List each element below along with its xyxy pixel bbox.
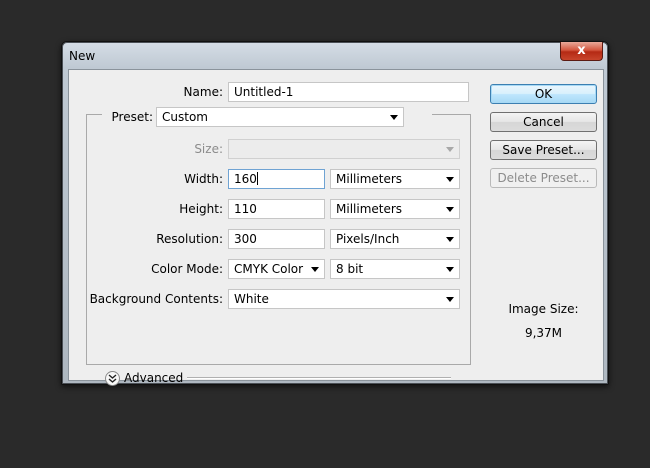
preset-select-value: Custom [162,110,208,124]
advanced-toggle-icon[interactable] [105,371,120,386]
resolution-input-value: 300 [234,232,257,246]
close-button[interactable]: x [560,42,603,61]
resolution-input[interactable]: 300 [228,229,325,249]
height-unit-value: Millimeters [336,202,403,216]
width-unit-select[interactable]: Millimeters [330,169,460,189]
bit-depth-value: 8 bit [336,262,364,276]
advanced-divider [187,377,451,379]
width-input-value: 160 [234,172,257,186]
width-unit-value: Millimeters [336,172,403,186]
width-label: Width: [184,172,223,186]
color-mode-label: Color Mode: [151,262,223,276]
image-size-value: 9,37M [524,326,563,340]
height-unit-select[interactable]: Millimeters [330,199,460,219]
resolution-label: Resolution: [156,232,223,246]
chevron-down-icon [446,267,454,272]
title-bar[interactable]: New x [62,42,608,70]
chevron-down-icon [311,267,319,272]
name-label: Name: [183,85,223,99]
background-contents-value: White [234,292,269,306]
chevron-down-icon [446,237,454,242]
window-title: New [69,49,96,63]
size-select[interactable] [228,139,460,159]
double-chevron-down-icon [108,374,117,383]
color-mode-select[interactable]: CMYK Color [228,259,325,279]
dialog-body: Name: Untitled-1 Preset: Custom Size: Wi… [68,69,604,386]
close-icon: x [577,43,586,58]
height-input-value: 110 [234,202,257,216]
resolution-unit-select[interactable]: Pixels/Inch [330,229,460,249]
delete-preset-button[interactable]: Delete Preset... [490,168,597,188]
height-label: Height: [179,202,223,216]
preset-select[interactable]: Custom [156,107,404,127]
new-document-dialog: New x Name: Untitled-1 Preset: Custom Si… [61,41,609,386]
chevron-down-icon [446,297,454,302]
cancel-button[interactable]: Cancel [490,112,597,132]
color-mode-value: CMYK Color [234,262,304,276]
save-preset-button[interactable]: Save Preset... [490,140,597,160]
bit-depth-select[interactable]: 8 bit [330,259,460,279]
size-label: Size: [194,142,223,156]
advanced-label[interactable]: Advanced [124,368,183,388]
preset-label: Preset: [111,110,153,124]
background-contents-select[interactable]: White [228,289,460,309]
name-input[interactable]: Untitled-1 [228,82,469,102]
resolution-unit-value: Pixels/Inch [336,232,400,246]
width-input[interactable]: 160 [228,169,325,189]
name-input-value: Untitled-1 [234,85,294,99]
chevron-down-icon [446,147,454,152]
ok-button[interactable]: OK [490,84,597,104]
chevron-down-icon [446,207,454,212]
background-contents-label: Background Contents: [89,292,223,306]
chevron-down-icon [446,177,454,182]
height-input[interactable]: 110 [228,199,325,219]
chevron-down-icon [390,115,398,120]
text-cursor [256,172,258,185]
image-size-label: Image Size: [508,302,579,316]
